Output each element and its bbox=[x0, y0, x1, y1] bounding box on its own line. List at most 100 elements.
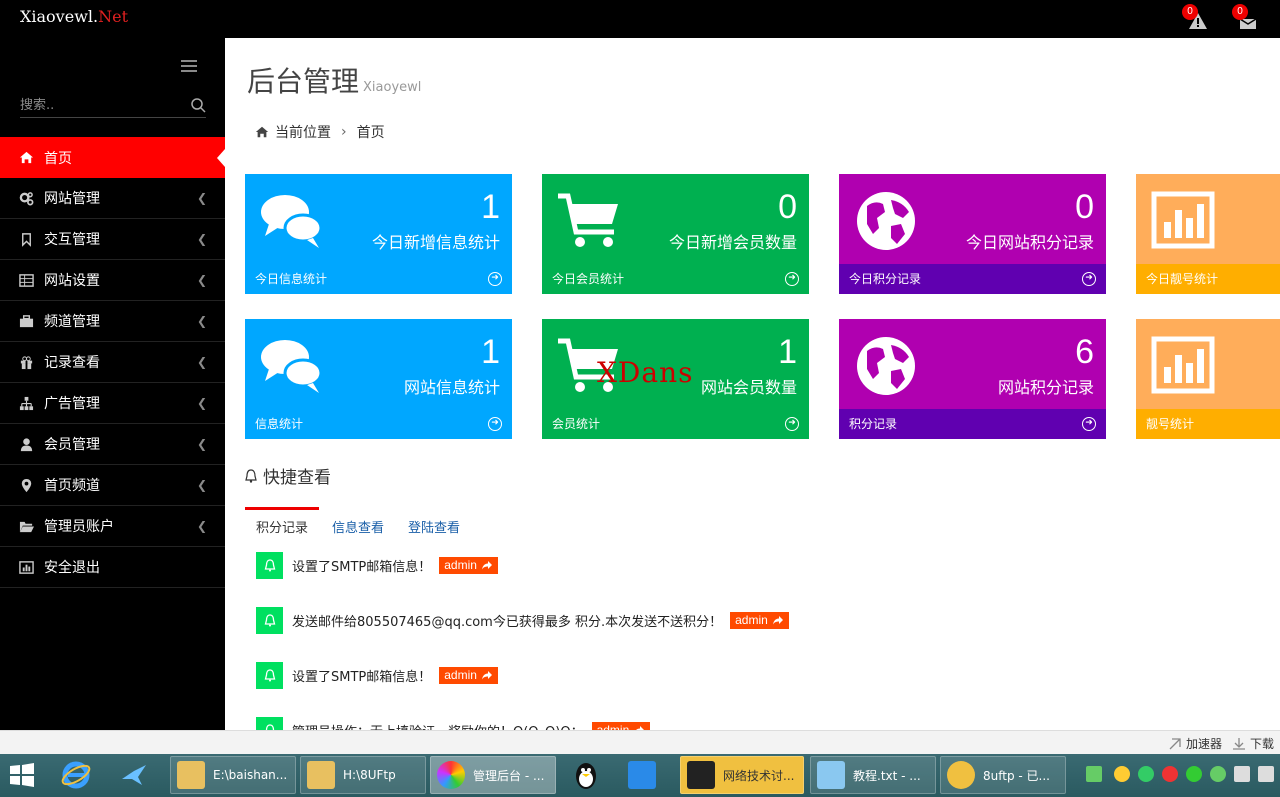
search-icon[interactable] bbox=[190, 97, 206, 113]
stat-number: 1 bbox=[778, 333, 797, 371]
shield-icon[interactable] bbox=[1210, 766, 1226, 782]
taskbar-item-chat[interactable]: 网络技术讨... bbox=[680, 756, 804, 794]
globe-icon bbox=[857, 337, 915, 395]
chevron-left-icon: ❮ bbox=[196, 191, 207, 205]
tray-app-icon[interactable] bbox=[1114, 766, 1130, 782]
taskbar-item-explorer-1[interactable]: E:\baishan... bbox=[170, 756, 296, 794]
search-input[interactable] bbox=[20, 94, 180, 117]
stat-card-site-vanity[interactable]: 靓号统计 bbox=[1136, 319, 1280, 439]
volume-icon[interactable] bbox=[1258, 766, 1274, 782]
sidebar-item-label: 首页频道 bbox=[44, 478, 100, 494]
cloud-button[interactable] bbox=[628, 756, 668, 794]
stat-label: 网站积分记录 bbox=[997, 378, 1094, 397]
stat-footer[interactable]: 今日会员统计 ➜ bbox=[542, 264, 809, 294]
stat-card-today-vanity[interactable]: 今 今日靓号统计 bbox=[1136, 174, 1280, 294]
breadcrumb-label: 当前位置 bbox=[275, 125, 331, 141]
tab-points-records[interactable]: 积分记录 bbox=[256, 517, 308, 536]
admin-tag[interactable]: admin bbox=[730, 611, 789, 629]
stat-label: 今日新增会员数量 bbox=[668, 233, 797, 252]
windows-icon bbox=[10, 763, 34, 787]
download-button[interactable]: 下载 bbox=[1232, 735, 1274, 752]
notepad-icon bbox=[817, 761, 845, 789]
sidebar-item-interaction[interactable]: 交互管理 ❮ bbox=[0, 219, 225, 260]
messages-badge: 0 bbox=[1232, 4, 1248, 20]
map-marker-icon bbox=[18, 477, 34, 493]
sidebar-item-home[interactable]: 首页 bbox=[0, 137, 225, 178]
admin-tag[interactable]: admin bbox=[439, 556, 498, 574]
taskbar-item-ftp[interactable]: 8uftp - 已... bbox=[940, 756, 1066, 794]
tray-app-icon[interactable] bbox=[1186, 766, 1202, 782]
stat-footer[interactable]: 今日靓号统计 bbox=[1136, 264, 1280, 294]
sidebar-item-label: 管理员账户 bbox=[44, 519, 114, 535]
stat-footer[interactable]: 积分记录 ➜ bbox=[839, 409, 1106, 439]
stat-card-today-points[interactable]: 0 今日网站积分记录 今日积分记录 ➜ bbox=[839, 174, 1106, 294]
sidebar: 首页 网站管理 ❮ 交互管理 ❮ 网站设置 ❮ 频道管理 ❮ 记录查看 ❮ bbox=[0, 38, 225, 730]
stat-number: 6 bbox=[1075, 333, 1094, 371]
network-icon[interactable] bbox=[1234, 766, 1250, 782]
sitemap-icon bbox=[18, 395, 34, 411]
stat-number: 0 bbox=[778, 188, 797, 226]
tab-info-view[interactable]: 信息查看 bbox=[332, 517, 384, 536]
menu-toggle-icon[interactable] bbox=[181, 60, 197, 74]
logo[interactable]: Xiaovewl.Net bbox=[20, 7, 128, 26]
stat-footer[interactable]: 靓号统计 bbox=[1136, 409, 1280, 439]
taskbar-item-notepad[interactable]: 教程.txt - ... bbox=[810, 756, 936, 794]
feed-text: 发送邮件给805507465@qq.com今已获得最多 积分.本次发送不送积分！ bbox=[292, 614, 723, 630]
tab-login-view[interactable]: 登陆查看 bbox=[408, 517, 460, 536]
tray-app-icon[interactable] bbox=[1138, 766, 1154, 782]
breadcrumb-current[interactable]: 首页 bbox=[357, 122, 385, 142]
stat-card-site-info[interactable]: 1 网站信息统计 信息统计 ➜ bbox=[245, 319, 512, 439]
stat-footer[interactable]: 会员统计 ➜ bbox=[542, 409, 809, 439]
battery-icon[interactable] bbox=[1086, 766, 1102, 782]
stat-footer[interactable]: 信息统计 ➜ bbox=[245, 409, 512, 439]
stat-number: 1 bbox=[481, 188, 500, 226]
accelerator-button[interactable]: 加速器 bbox=[1168, 735, 1222, 752]
sidebar-item-label: 网站管理 bbox=[44, 191, 100, 207]
list-item: 设置了SMTP邮箱信息！ admin bbox=[256, 551, 498, 579]
admin-tag[interactable]: admin bbox=[591, 721, 651, 730]
sidebar-item-ads[interactable]: 广告管理 ❮ bbox=[0, 383, 225, 424]
taskbar-item-explorer-2[interactable]: H:\8UFtp bbox=[300, 756, 426, 794]
chevron-left-icon: ❮ bbox=[196, 314, 207, 328]
chevron-left-icon: ❮ bbox=[196, 437, 207, 451]
sidebar-search bbox=[20, 94, 206, 118]
internet-explorer-icon bbox=[61, 761, 91, 789]
stat-card-today-info[interactable]: 1 今日新增信息统计 今日信息统计 ➜ bbox=[245, 174, 512, 294]
sidebar-item-site-settings[interactable]: 网站设置 ❮ bbox=[0, 260, 225, 301]
qq-button[interactable] bbox=[570, 756, 610, 794]
messages-button[interactable]: 0 bbox=[1232, 4, 1257, 30]
sidebar-item-home-channels[interactable]: 首页频道 ❮ bbox=[0, 465, 225, 506]
arrow-circle-right-icon: ➜ bbox=[488, 417, 502, 431]
stat-number: 1 bbox=[481, 333, 500, 371]
app-pinned-button[interactable] bbox=[118, 756, 158, 794]
chart-icon bbox=[1151, 336, 1215, 394]
stat-footer[interactable]: 今日信息统计 ➜ bbox=[245, 264, 512, 294]
briefcase-icon bbox=[18, 313, 34, 329]
tray-app-icon[interactable] bbox=[1162, 766, 1178, 782]
stat-card-site-points[interactable]: 6 网站积分记录 积分记录 ➜ bbox=[839, 319, 1106, 439]
stat-footer[interactable]: 今日积分记录 ➜ bbox=[839, 264, 1106, 294]
chevron-left-icon: ❮ bbox=[196, 232, 207, 246]
sidebar-item-members[interactable]: 会员管理 ❮ bbox=[0, 424, 225, 465]
sidebar-item-site-management[interactable]: 网站管理 ❮ bbox=[0, 178, 225, 219]
page-subtitle: Xiaoyewl bbox=[363, 80, 422, 95]
sidebar-item-label: 首页 bbox=[44, 150, 72, 167]
sidebar-item-records[interactable]: 记录查看 ❮ bbox=[0, 342, 225, 383]
sidebar-item-admin-account[interactable]: 管理员账户 ❮ bbox=[0, 506, 225, 547]
main-content: 后台管理 Xiaoyewl 当前位置 › 首页 1 今日新增信息统计 今日信息统计… bbox=[225, 38, 1280, 730]
globe-icon bbox=[857, 192, 915, 250]
qq-penguin-icon bbox=[576, 763, 596, 789]
arrow-circle-right-icon: ➜ bbox=[1082, 272, 1096, 286]
taskbar-item-browser[interactable]: 管理后台 - ... bbox=[430, 756, 556, 794]
chevron-left-icon: ❮ bbox=[196, 519, 207, 533]
sidebar-item-channels[interactable]: 频道管理 ❮ bbox=[0, 301, 225, 342]
share-icon bbox=[481, 671, 492, 680]
alerts-button[interactable]: 0 bbox=[1182, 4, 1207, 30]
list-item: 设置了SMTP邮箱信息！ admin bbox=[256, 661, 498, 689]
admin-tag[interactable]: admin bbox=[439, 666, 498, 684]
start-button[interactable] bbox=[8, 756, 42, 794]
sidebar-item-logout[interactable]: 安全退出 bbox=[0, 547, 225, 588]
active-tab-indicator bbox=[245, 507, 319, 510]
ie-button[interactable] bbox=[60, 756, 100, 794]
stat-card-today-members[interactable]: 0 今日新增会员数量 今日会员统计 ➜ bbox=[542, 174, 809, 294]
